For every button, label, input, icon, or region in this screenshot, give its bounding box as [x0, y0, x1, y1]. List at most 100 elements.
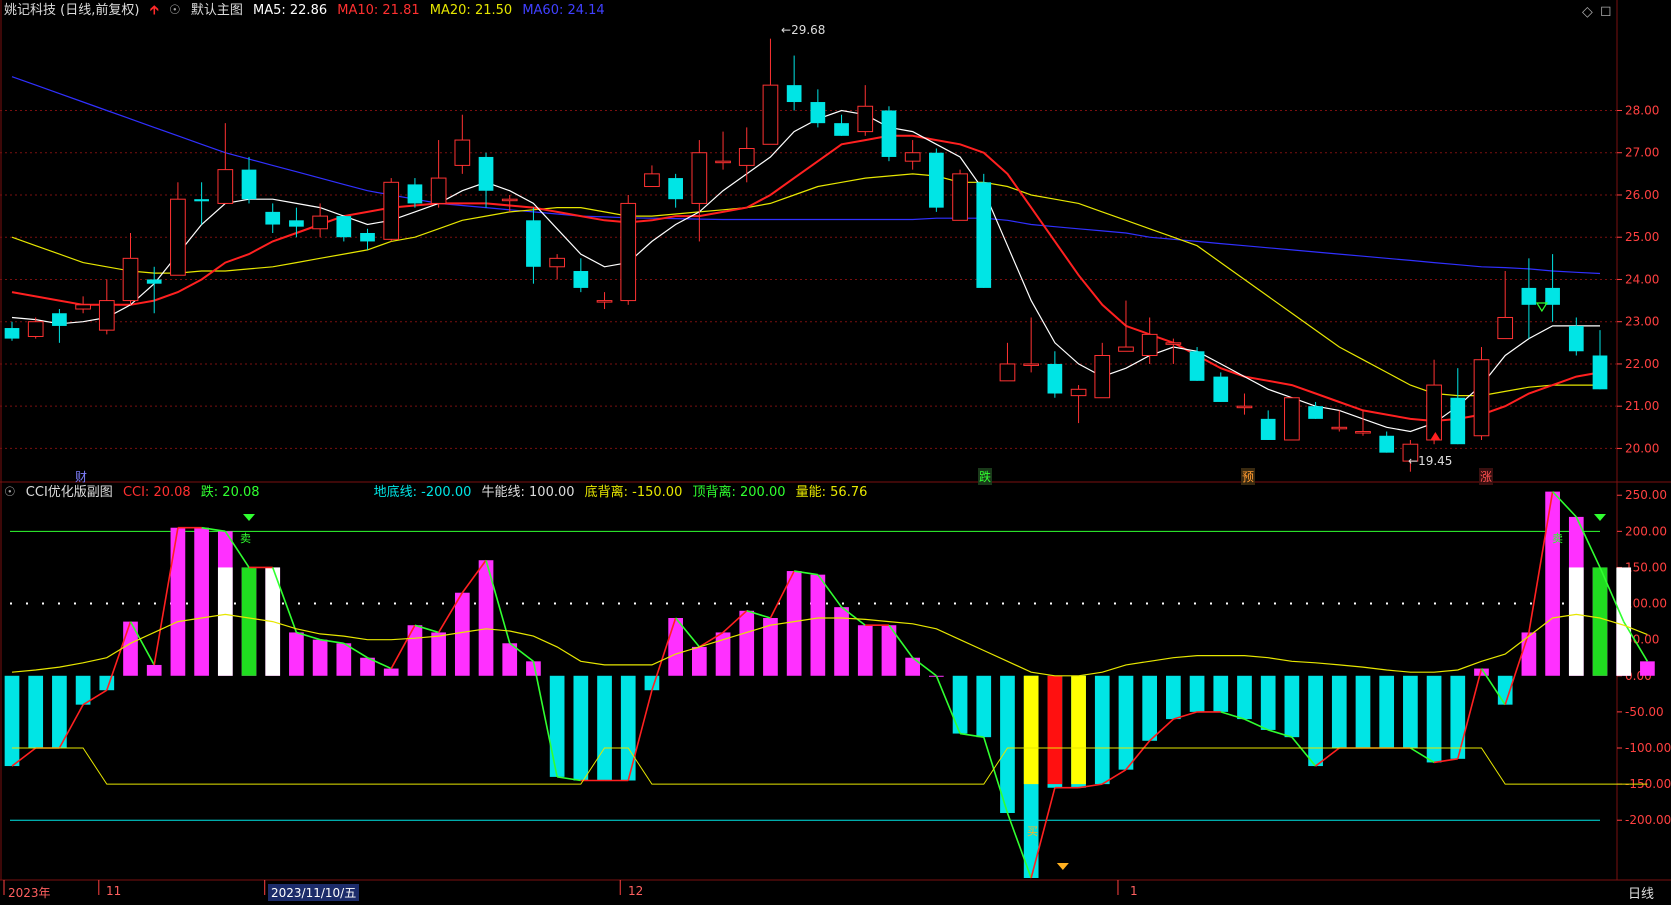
cci-bar-positive [905, 657, 921, 676]
cci-bar-negative [620, 675, 636, 781]
candle-body-down [1308, 406, 1323, 419]
candle-body-down [265, 211, 281, 225]
signal-bar-buy [1047, 675, 1063, 785]
candle-body-up [1023, 363, 1040, 366]
low-value: 19.45 [1418, 454, 1453, 468]
candle-body-up [596, 300, 613, 303]
cci-bar-positive [739, 610, 755, 676]
candle-body-up [1118, 346, 1134, 352]
chart-name[interactable]: 默认主图 [191, 3, 243, 18]
cci-bar-positive [668, 618, 683, 676]
price-tick-label: 26.00 [1625, 188, 1659, 202]
candle-body-up [762, 84, 779, 145]
signal-bar [241, 567, 257, 676]
marker-yu[interactable]: 预 [1241, 468, 1256, 485]
candle-body-down [1450, 397, 1466, 445]
diamond-icon[interactable]: ◇ [1582, 4, 1593, 20]
cci-bar-positive [407, 625, 423, 676]
cci-bar-negative [1118, 675, 1134, 770]
cci-bar-negative [1237, 675, 1252, 720]
candle-body-up [1331, 426, 1348, 430]
time-label-year: 2023年 [8, 886, 51, 900]
main-chart-header: 姚记科技 (日线,前复权) 🡱 ☉ 默认主图 MA5: 22.86 MA10: … [4, 0, 611, 22]
ma60-label: MA60: 24.14 [522, 3, 605, 18]
buy-signal: 买 [1027, 825, 1038, 838]
candle-body-up [952, 173, 968, 221]
candle-body-down [1521, 287, 1537, 305]
candle-body-up [644, 173, 660, 188]
ma5-label: MA5: 22.86 [253, 3, 328, 18]
cci-bar-negative [1355, 675, 1371, 748]
candle-body-down [146, 279, 162, 284]
price-tick-label: 24.00 [1625, 272, 1659, 286]
high-annotation: ←29.68 [781, 23, 826, 37]
price-tick-label: 21.00 [1625, 399, 1659, 413]
toggle-icon[interactable]: ☉ [169, 3, 181, 18]
cci-bar-negative [1189, 675, 1205, 712]
price-tick-label: 25.00 [1625, 230, 1659, 244]
cci-bar-negative [4, 675, 20, 767]
cci-bar-positive [691, 646, 707, 676]
cci-bar-negative [597, 675, 612, 781]
candle-body-down [526, 220, 541, 267]
signal-bar-buy [1071, 675, 1086, 785]
sub-chart-header: ☉ CCI优化版副图 CCI: 20.08 跌: 20.08 地底线: -200… [4, 482, 873, 504]
candle-body-up [430, 177, 447, 204]
candle-body-up [1473, 359, 1490, 437]
cci-tick-label: 100.00 [1625, 597, 1667, 611]
cci-tick-label: 250.00 [1625, 488, 1667, 502]
candle-body-up [738, 148, 755, 166]
window-icon[interactable]: ◻ [1600, 3, 1612, 19]
energy-value: 量能: 56.76 [795, 485, 868, 500]
cci-bar-negative [1403, 675, 1418, 748]
marker-cai[interactable]: 财 [75, 468, 87, 485]
candle-body-up [1141, 333, 1158, 356]
time-label-dec: 12 [628, 884, 644, 898]
sell-signal-2: 卖 [1552, 532, 1563, 545]
bottom-div-value: 底背离: -150.00 [584, 485, 683, 500]
candle-body-up [691, 152, 708, 204]
cci-bar-positive [454, 592, 470, 676]
cci-tick-label: -50.00 [1625, 705, 1664, 719]
marker-die[interactable]: 跌 [978, 468, 993, 485]
cci-bar-positive [170, 527, 186, 676]
candle-body-up [170, 198, 186, 276]
price-tick-label: 27.00 [1625, 146, 1659, 160]
cci-bar-positive [1640, 661, 1655, 676]
candle-body-up [1426, 384, 1442, 441]
candle-body-down [1568, 325, 1584, 352]
candle-body-up [312, 215, 328, 230]
cci-bar-negative [1142, 675, 1158, 741]
cci-bar-positive [383, 668, 399, 676]
top-div-value: 顶背离: 200.00 [692, 485, 786, 500]
candle-body-up [1094, 354, 1111, 399]
cci-bar-positive [1521, 632, 1537, 676]
candle-body-down [336, 216, 352, 238]
period-button[interactable]: 日线 [1628, 883, 1654, 902]
time-label-nov: 11 [106, 884, 122, 898]
candle-body-down [360, 232, 375, 242]
candle-body-down [1379, 435, 1395, 453]
cci-bar-negative [573, 675, 589, 781]
chart-canvas[interactable]: 28.00 27.00 26.00 25.00 24.00 23.00 22.00 21.00… [0, 0, 1671, 901]
price-tick-label: 28.00 [1625, 103, 1659, 117]
sub-chart-name[interactable]: CCI优化版副图 [26, 485, 113, 500]
candle-body-down [407, 184, 423, 204]
candle-body-down [881, 110, 897, 157]
candle-body-up [1236, 405, 1253, 409]
cci-bar-negative [1284, 675, 1300, 738]
candle-body-down [573, 271, 589, 288]
chart-stage[interactable]: 28.00 27.00 26.00 25.00 24.00 23.00 22.00 21.00… [0, 0, 1671, 902]
candle-body-down [289, 220, 304, 227]
signal-bar [217, 567, 233, 676]
cci-bar-positive [312, 639, 328, 676]
candle-body-down [1592, 355, 1608, 390]
collapse-icon[interactable]: ☉ [4, 485, 16, 500]
cci-tick-label: 150.00 [1625, 560, 1667, 574]
marker-zhang[interactable]: 涨 [1479, 468, 1494, 485]
cci-bar-negative [549, 675, 565, 777]
candle-body-down [834, 123, 849, 136]
candle-body-up [122, 257, 139, 302]
candle-body-up [1355, 431, 1371, 434]
candle-body-up [1497, 316, 1514, 340]
